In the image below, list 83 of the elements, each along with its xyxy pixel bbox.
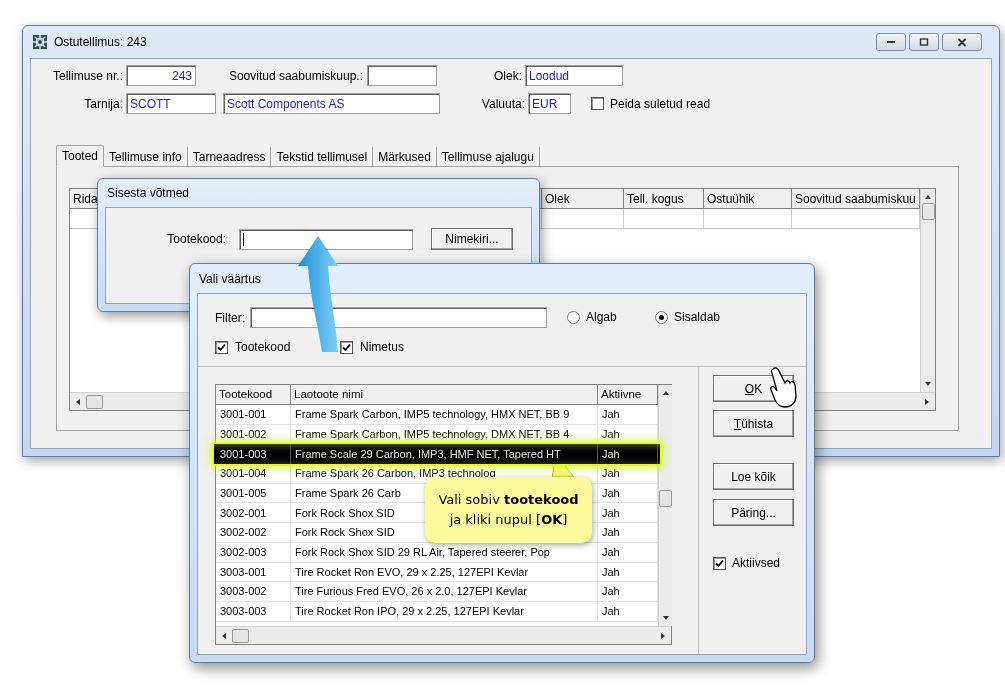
field-label: Algab bbox=[586, 309, 617, 326]
table-cell: 3001-003 bbox=[216, 444, 291, 465]
field-label: Valuuta: bbox=[481, 95, 525, 113]
minimize-icon bbox=[887, 41, 895, 43]
table-cell: 3001-001 bbox=[216, 405, 291, 425]
scroll-down-icon[interactable] bbox=[661, 614, 670, 622]
supplier-name-field[interactable]: Scott Components AS bbox=[223, 93, 440, 114]
list-row[interactable]: 3003-002 Tire Furious Fred EVO, 26 x 2.0, 127EPI Kevlar Jah bbox=[216, 582, 658, 602]
column-header[interactable]: Ostuühik bbox=[704, 189, 792, 209]
scroll-thumb[interactable] bbox=[232, 628, 249, 643]
field-label: Tootekood bbox=[235, 339, 291, 356]
dialog-button[interactable]: Päring... bbox=[713, 499, 794, 526]
table-cell: 3002-003 bbox=[216, 542, 291, 563]
scroll-up-icon[interactable] bbox=[924, 193, 932, 201]
dialog-button[interactable]: Loe kõik bbox=[713, 463, 794, 490]
table-cell: Tire Rocket Ron IPO, 29 x 2.25, 127EPI Kevlar bbox=[291, 601, 598, 622]
list-row[interactable]: 3001-003 Frame Scale 29 Carbon, IMP3, HMF NET, Tapered HT Jah bbox=[214, 444, 660, 465]
maximize-button[interactable] bbox=[909, 33, 939, 51]
window-title: Sisesta võtmed bbox=[107, 185, 190, 202]
list-row[interactable]: 3003-003 Tire Rocket Ron IPO, 29 x 2.25, 127EPI Kevlar Jah bbox=[216, 601, 658, 622]
field-label: Olek: bbox=[494, 67, 522, 85]
field-label: Filter: bbox=[215, 311, 245, 325]
table-cell: Frame Scale 29 Carbon, IMP3, HMF NET, Tapered HT bbox=[291, 444, 598, 465]
list-row[interactable]: 3003-001 Tire Rocket Ron EVO, 29 x 2.25, 127EPI Kevlar Jah bbox=[216, 562, 658, 583]
window-title: Vali väärtus bbox=[199, 270, 261, 288]
scroll-thumb[interactable] bbox=[659, 490, 672, 507]
table-cell: 3003-003 bbox=[216, 601, 291, 622]
field-label: Peida suletud read bbox=[610, 95, 711, 113]
checkbox[interactable] bbox=[340, 340, 353, 354]
window-title: Ostutellimus: 243 bbox=[54, 34, 147, 51]
table-cell: 3001-004 bbox=[216, 464, 291, 484]
minimize-button[interactable] bbox=[876, 33, 906, 51]
maximize-icon bbox=[919, 38, 929, 46]
scroll-right-icon[interactable] bbox=[923, 397, 931, 406]
table-cell: Jah bbox=[598, 444, 658, 465]
close-icon bbox=[957, 37, 967, 47]
column-header[interactable]: Soovitud saabumiskuu bbox=[792, 189, 920, 209]
list-button[interactable]: Nimekiri... bbox=[431, 228, 513, 250]
scroll-left-icon[interactable] bbox=[74, 397, 82, 406]
product-code-field[interactable] bbox=[239, 229, 413, 250]
field-label: Sisaldab bbox=[674, 309, 721, 326]
table-cell: Frame Spark Carbon, IMP5 technology, HMX NET, BB 9 bbox=[291, 405, 598, 425]
vertical-scrollbar[interactable] bbox=[658, 385, 672, 626]
table-cell: Tire Furious Fred EVO, 26 x 2.0, 127EPI Kevlar bbox=[291, 582, 598, 602]
checkbox[interactable] bbox=[713, 556, 726, 570]
tab[interactable]: Tooted bbox=[56, 145, 105, 167]
checkbox[interactable] bbox=[591, 97, 604, 110]
currency-field[interactable]: EUR bbox=[528, 93, 571, 114]
radio-button[interactable] bbox=[655, 310, 668, 324]
checkbox[interactable] bbox=[215, 340, 228, 354]
radio-button[interactable] bbox=[567, 310, 580, 324]
order-number-field[interactable]: 243 bbox=[126, 65, 196, 86]
dialog-button[interactable]: Tühista bbox=[713, 410, 794, 437]
status-field[interactable]: Loodud bbox=[525, 65, 623, 86]
hand-cursor-icon bbox=[770, 366, 798, 410]
field-label: Tellimuse nr.: bbox=[52, 67, 123, 85]
scroll-right-icon[interactable] bbox=[659, 631, 667, 640]
table-cell: 3002-002 bbox=[216, 523, 291, 543]
field-label: Soovitud saabumiskuup.: bbox=[228, 67, 363, 85]
scroll-thumb[interactable] bbox=[921, 203, 935, 220]
field-label: Tootekood: bbox=[167, 231, 226, 248]
filter-field[interactable] bbox=[250, 306, 547, 328]
scroll-left-icon[interactable] bbox=[220, 631, 228, 640]
field-label: Nimetus bbox=[360, 339, 404, 356]
column-header[interactable]: Laotoote nimi bbox=[291, 385, 598, 405]
column-header[interactable]: Olek bbox=[542, 189, 624, 209]
field-label: Aktiivsed bbox=[732, 555, 781, 572]
scroll-thumb[interactable] bbox=[86, 394, 103, 409]
column-header[interactable]: Tell. kogus bbox=[624, 189, 704, 209]
list-row[interactable]: 3002-003 Fork Rock Shox SID 29 RL Air, Tapered steerer, Pop Jah bbox=[216, 542, 658, 563]
close-button[interactable] bbox=[942, 33, 982, 51]
list-row[interactable]: 3001-001 Frame Spark Carbon, IMP5 technology, HMX NET, BB 9 Jah bbox=[216, 405, 658, 425]
date-field[interactable] bbox=[367, 65, 437, 86]
app-icon bbox=[32, 34, 48, 50]
supplier-code-field[interactable]: SCOTT bbox=[126, 93, 216, 114]
table-cell: 3003-002 bbox=[216, 582, 291, 602]
horizontal-scrollbar[interactable] bbox=[216, 626, 671, 644]
column-header[interactable]: Tootekood bbox=[216, 385, 291, 405]
scroll-up-icon[interactable] bbox=[661, 389, 670, 397]
column-header[interactable]: Aktiivne bbox=[598, 385, 658, 405]
vertical-scrollbar[interactable] bbox=[920, 189, 935, 392]
field-label: Tarnija: bbox=[84, 95, 123, 113]
scroll-down-icon[interactable] bbox=[924, 380, 932, 388]
